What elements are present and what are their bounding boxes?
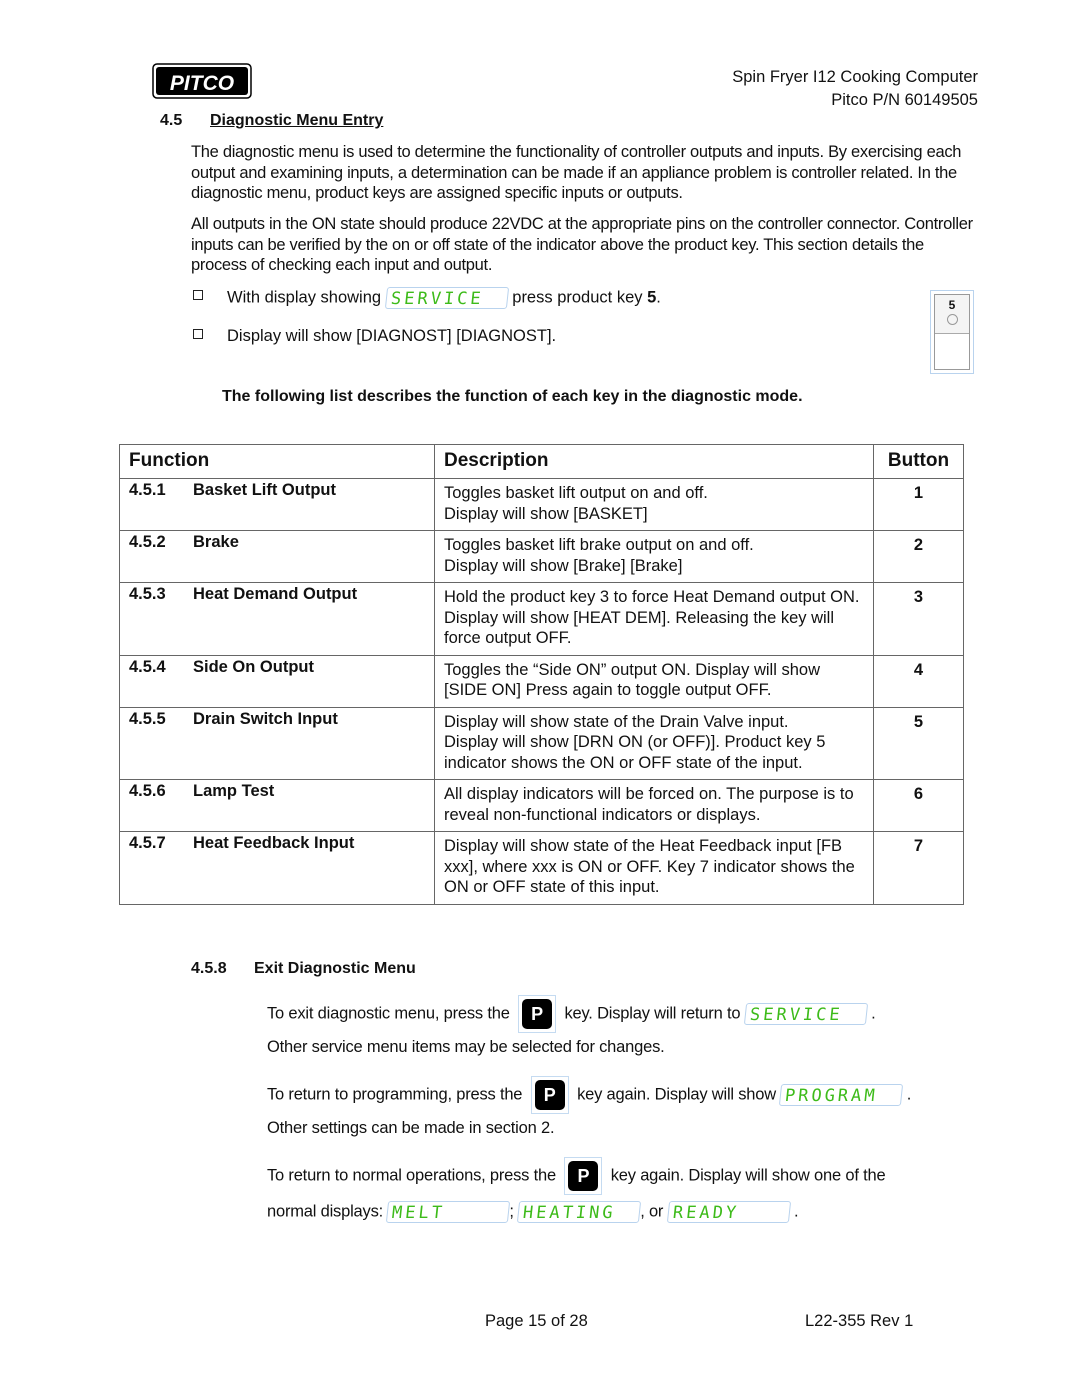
exit-line-4: Other settings can be made in section 2. [267,1119,555,1137]
lcd-display-service: SERVICE [384,287,509,309]
section-heading: 4.5 Diagnostic Menu Entry [160,112,383,130]
intro-paragraph-1: The diagnostic menu is used to determine… [191,143,962,202]
doc-title: Spin Fryer I12 Cooking Computer [732,68,978,86]
step-1: With display showing SERVICE press produ… [193,287,661,309]
exit-line-2: Other service menu items may be selected… [267,1038,665,1056]
function-cell: 4.5.7 Heat Feedback Input [119,831,435,905]
table-row: 4.5.3 Heat Demand Output Hold the product … [119,582,964,656]
table-intro: The following list describes the functio… [222,388,803,405]
exit-line-3: To return to programming, press the P ke… [267,1076,911,1114]
description-cell: Display will show state of the Drain Val… [434,706,874,780]
lcd-display-heating: HEATING [517,1201,642,1223]
description-cell: All display indicators will be forced on… [434,779,874,832]
function-name: Side On Output [193,657,314,676]
p-key-icon: P [534,1080,565,1110]
exit-line-5: To return to normal operations, press th… [267,1157,886,1195]
table-row: 4.5.5 Drain Switch Input Display will show… [119,706,964,780]
function-number: 4.5.3 [129,585,166,603]
table-row: 4.5.7 Heat Feedback Input Display will sho… [119,831,964,905]
table-header-row: Function Description Button [119,444,964,479]
button-cell: 2 [873,530,964,583]
button-cell: 7 [873,831,964,905]
p-key-icon: P [568,1161,599,1191]
header-description: Description [434,444,874,479]
function-name: Basket Lift Output [193,481,336,499]
program-key: P [530,1076,569,1114]
button-cell: 4 [873,654,964,708]
program-key: P [564,1157,603,1195]
pitco-logo: PITCO [152,63,252,99]
lcd-display-service: SERVICE [743,1003,868,1025]
function-number: 4.5.6 [129,782,166,800]
function-cell: 4.5.3 Heat Demand Output [119,582,435,656]
table-row: 4.5.2 Brake Toggles basket lift brake outp… [119,530,964,583]
checkbox-bullet-icon [193,290,203,301]
program-key: P [518,995,557,1033]
function-name: Drain Switch Input [193,709,338,728]
document-revision: L22-355 Rev 1 [805,1312,914,1330]
button-cell: 3 [873,582,964,656]
function-name: Heat Feedback Input [193,834,355,852]
step-2: Display will show [DIAGNOST] [DIAGNOST]. [193,326,556,346]
button-cell: 1 [873,478,964,531]
function-number: 4.5.2 [129,533,166,551]
function-number: 4.5.1 [129,481,166,499]
section-title: Diagnostic Menu Entry [210,112,384,129]
exit-line-1: To exit diagnostic menu, press the P key… [267,995,876,1033]
product-key-5-illustration: 5 [930,290,974,374]
function-name: Lamp Test [193,782,275,800]
function-name: Heat Demand Output [193,585,358,603]
exit-line-6: normal displays: MELT; HEATING, or READY… [267,1201,799,1223]
function-cell: 4.5.2 Brake [119,530,435,583]
diagnostic-keys-table: Function Description Button 4.5.1 Basket … [119,444,964,905]
function-cell: 4.5.5 Drain Switch Input [119,706,435,780]
section-number: 4.5 [160,112,183,129]
description-cell: Toggles the “Side ON” output ON. Display… [434,654,874,708]
description-cell: Hold the product key 3 to force Heat Dem… [434,582,874,656]
table-row: 4.5.4 Side On Output Toggles the “Side ON”… [119,654,964,708]
description-cell: Display will show state of the Heat Feed… [434,831,874,905]
function-number: 4.5.7 [129,834,166,852]
button-cell: 5 [873,706,964,780]
document-header: Spin Fryer I12 Cooking Computer Pitco P/… [732,66,978,112]
lcd-display-melt: MELT [386,1201,511,1223]
intro-paragraph-2: All outputs in the ON state should produ… [191,215,973,274]
subsection-number: 4.5.8 [191,960,227,977]
lcd-display-ready: READY [666,1201,791,1223]
function-cell: 4.5.1 Basket Lift Output [119,478,435,531]
lcd-display-program: PROGRAM [779,1084,904,1106]
checkbox-bullet-icon [193,329,203,339]
function-number: 4.5.4 [129,657,166,676]
function-name: Brake [193,533,239,551]
page-number: Page 15 of 28 [485,1312,588,1330]
function-number: 4.5.5 [129,709,166,728]
header-function: Function [119,444,435,479]
description-cell: Toggles basket lift brake output on and … [434,530,874,583]
header-button: Button [873,444,964,479]
subsection-heading: 4.5.8 Exit Diagnostic Menu [191,960,416,978]
key-number: 5 [948,298,956,312]
description-cell: Toggles basket lift output on and off. D… [434,478,874,531]
p-key-icon: P [522,999,553,1029]
svg-text:PITCO: PITCO [170,72,234,95]
table-row: 4.5.6 Lamp Test All display indicators wil… [119,779,964,832]
subsection-title: Exit Diagnostic Menu [254,960,416,977]
function-cell: 4.5.4 Side On Output [119,654,435,708]
function-cell: 4.5.6 Lamp Test [119,779,435,832]
table-row: 4.5.1 Basket Lift Output Toggles basket li… [119,478,964,531]
indicator-led-icon [946,314,958,325]
button-cell: 6 [873,779,964,832]
part-number: Pitco P/N 60149505 [831,91,978,109]
